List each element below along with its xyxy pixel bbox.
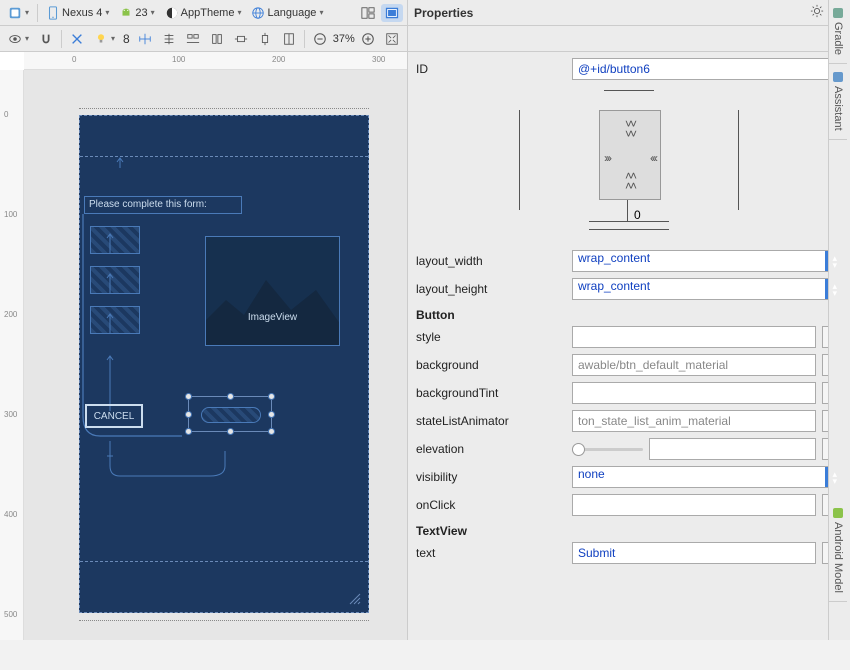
zoom-level: 37% [333, 33, 355, 45]
design-config-toolbar: Nexus 4 23 AppTheme Language [0, 0, 407, 26]
pack-button[interactable] [158, 30, 180, 48]
zoom-in-icon [361, 32, 375, 46]
properties-title: Properties [414, 6, 473, 20]
margin-button[interactable] [134, 30, 156, 48]
infer-constraints-button[interactable] [90, 30, 119, 48]
device-label: Nexus 4 [62, 7, 102, 19]
zoom-out-button[interactable] [309, 30, 331, 48]
constraint-margin-bottom: 0 [634, 208, 641, 222]
magnet-autoconnect-button[interactable] [35, 30, 57, 48]
layout-width-label: layout_width [416, 254, 566, 268]
layout-height-label: layout_height [416, 282, 566, 296]
statelistanimator-input[interactable] [572, 410, 816, 432]
zoom-fit-button[interactable] [381, 30, 403, 48]
magnet-icon [39, 32, 53, 46]
layout-height-select[interactable]: wrap_content▴▾ [572, 278, 842, 300]
button-section-header: Button [416, 308, 842, 322]
expand-vert-button[interactable] [254, 30, 276, 48]
text-input[interactable] [572, 542, 816, 564]
device-blueprint[interactable]: Please complete this form: [79, 115, 369, 613]
api-dropdown[interactable]: 23 [115, 4, 158, 22]
right-tool-window-tabs: Gradle Assistant Android Model [828, 0, 850, 640]
layout-variants-button[interactable] [357, 4, 379, 22]
properties-panel: Properties ID [408, 0, 850, 640]
visibility-select[interactable]: none▴▾ [572, 466, 842, 488]
locale-label: Language [267, 7, 316, 19]
align-button[interactable] [182, 30, 204, 48]
blueprint-toggle-button[interactable] [381, 4, 403, 22]
edittext-3[interactable] [90, 306, 140, 334]
design-tools-toolbar: 8 3 [0, 26, 407, 52]
style-input[interactable] [572, 326, 816, 348]
zoom-in-button[interactable] [357, 30, 379, 48]
eye-icon [8, 32, 22, 46]
design-canvas[interactable]: 0 100 200 300 0 100 200 300 400 500 Plea… [0, 52, 407, 640]
lightbulb-icon [94, 32, 108, 46]
style-label: style [416, 330, 566, 344]
android-model-tab[interactable]: Android Model [829, 500, 847, 602]
gradle-tab[interactable]: Gradle [829, 0, 847, 64]
id-input[interactable] [572, 58, 842, 80]
statelistanimator-label: stateListAnimator [416, 414, 566, 428]
view-options-dropdown[interactable] [4, 30, 33, 48]
cancel-button-widget[interactable]: CANCEL [85, 404, 143, 428]
textview-section-header: TextView [416, 524, 842, 538]
assistant-tab[interactable]: Assistant [829, 64, 847, 140]
edittext-2[interactable] [90, 266, 140, 294]
clear-constraints-button[interactable] [66, 30, 88, 48]
resize-handle-icon[interactable] [348, 592, 362, 606]
constraint-widget[interactable]: ˅˅ ˅˅ ››› ‹‹‹ ˄˄ ˄˄ 0 [416, 90, 842, 230]
onclick-label: onClick [416, 498, 566, 512]
settings-gear-icon[interactable] [810, 4, 824, 21]
default-margin-value: 8 [121, 32, 132, 46]
zoom-out-icon [313, 32, 327, 46]
ruler-horizontal: 0 100 200 300 [24, 52, 407, 70]
theme-dropdown[interactable]: AppTheme [161, 4, 246, 22]
onclick-input[interactable] [572, 494, 816, 516]
backgroundtint-input[interactable] [572, 382, 816, 404]
api-label: 23 [135, 7, 147, 19]
visibility-label: visibility [416, 470, 566, 484]
elevation-label: elevation [416, 442, 566, 456]
theme-label: AppTheme [181, 7, 235, 19]
backgroundtint-label: backgroundTint [416, 386, 566, 400]
elevation-slider[interactable] [572, 438, 643, 460]
id-label: ID [416, 62, 566, 76]
imageview-caption: ImageView [206, 312, 339, 323]
guidelines-button[interactable] [206, 30, 228, 48]
ruler-vertical: 0 100 200 300 400 500 [0, 70, 24, 640]
elevation-input[interactable] [649, 438, 816, 460]
percent-button[interactable] [278, 30, 300, 48]
design-surface-dropdown[interactable] [4, 4, 33, 22]
layout-width-select[interactable]: wrap_content▴▾ [572, 250, 842, 272]
selected-button-widget[interactable] [188, 396, 272, 432]
expand-horiz-button[interactable] [230, 30, 252, 48]
textview-form-label[interactable]: Please complete this form: [84, 196, 242, 214]
background-input[interactable] [572, 354, 816, 376]
edittext-1[interactable] [90, 226, 140, 254]
text-label: text [416, 546, 566, 560]
imageview-widget[interactable]: ImageView [205, 236, 340, 346]
background-label: background [416, 358, 566, 372]
locale-dropdown[interactable]: Language [247, 4, 327, 22]
device-dropdown[interactable]: Nexus 4 [42, 4, 113, 22]
